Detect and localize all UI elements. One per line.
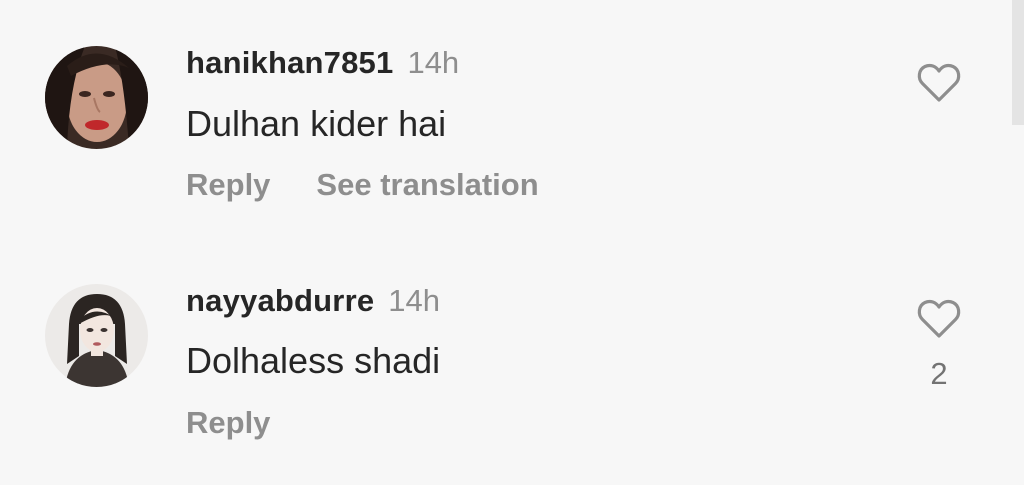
comment-item: nayyabdurre 14h Dolhaless shadi Reply 2 bbox=[0, 240, 1010, 485]
comment-header: hanikhan7851 14h bbox=[186, 45, 459, 81]
heart-outline-icon bbox=[917, 299, 961, 338]
scrollbar[interactable] bbox=[1012, 0, 1024, 125]
reply-button[interactable]: Reply bbox=[186, 405, 270, 440]
like-button[interactable] bbox=[916, 298, 962, 340]
avatar[interactable] bbox=[45, 46, 148, 149]
see-translation-button[interactable]: See translation bbox=[316, 167, 538, 202]
comment-header: nayyabdurre 14h bbox=[186, 283, 440, 319]
username[interactable]: hanikhan7851 bbox=[186, 45, 393, 80]
timestamp: 14h bbox=[407, 45, 460, 80]
timestamp: 14h bbox=[388, 283, 441, 318]
comment-text: Dolhaless shadi bbox=[186, 340, 441, 381]
username[interactable]: nayyabdurre bbox=[186, 283, 374, 318]
comments-screen: hanikhan7851 14h Dulhan kider hai Reply Se… bbox=[0, 0, 1024, 485]
like-count[interactable]: 2 bbox=[916, 356, 962, 392]
comment-text: Dulhan kider hai bbox=[186, 103, 447, 144]
heart-outline-icon bbox=[917, 63, 961, 102]
comment-item: hanikhan7851 14h Dulhan kider hai Reply Se… bbox=[0, 0, 1010, 240]
reply-button[interactable]: Reply bbox=[186, 167, 270, 202]
comment-actions: Reply bbox=[186, 405, 270, 441]
avatar[interactable] bbox=[45, 284, 148, 387]
like-button[interactable] bbox=[916, 62, 962, 104]
comment-actions: Reply See translation bbox=[186, 167, 539, 203]
